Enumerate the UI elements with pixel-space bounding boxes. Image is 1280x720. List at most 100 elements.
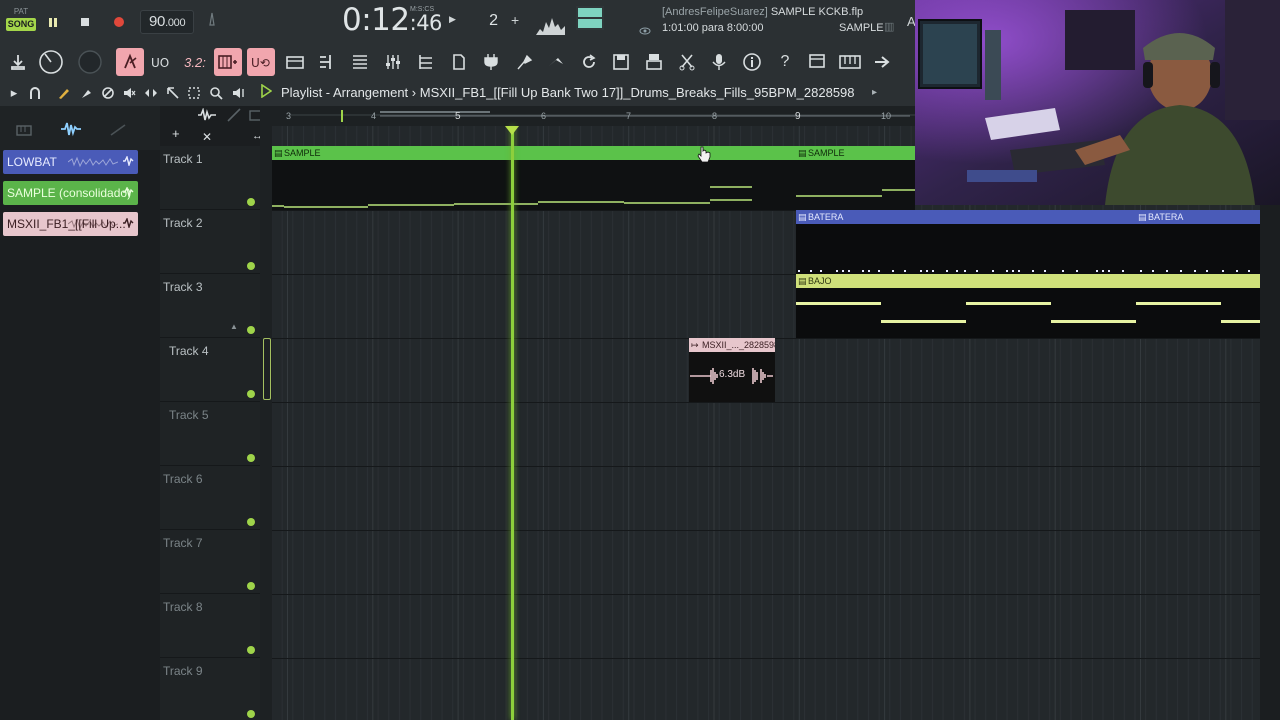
wait-for-input-icon[interactable]: UO: [149, 48, 177, 76]
playlist-menu-arrow-icon[interactable]: ▸: [5, 84, 23, 102]
add-track-icon[interactable]: +: [172, 126, 180, 141]
track-header-3[interactable]: Track 3 ▲: [160, 274, 260, 338]
paint-tool-icon[interactable]: [77, 84, 95, 102]
save-icon[interactable]: [607, 48, 635, 76]
render-icon[interactable]: [640, 48, 668, 76]
playback-tool-icon[interactable]: [229, 84, 247, 102]
clip-bajo[interactable]: ▤ BAJO: [796, 274, 1260, 338]
pattern-number[interactable]: 2: [468, 10, 504, 32]
bar-number-10: 10: [881, 111, 892, 121]
overview-scrollbar[interactable]: [290, 108, 930, 122]
channel-rack-icon[interactable]: [412, 48, 440, 76]
playlist-grid[interactable]: ▤ SAMPLE ▤ SAMPLE ▤ BATERA ▤ BATERA ▤ BA…: [272, 126, 1260, 720]
picker-item-sample-consolidado[interactable]: SAMPLE (consolidado): [3, 181, 138, 205]
playlist-play-icon[interactable]: [260, 83, 273, 101]
clip-batera-2[interactable]: ▤ BATERA: [1136, 210, 1260, 274]
slice-tool-icon[interactable]: [164, 84, 182, 102]
mute-tool-icon[interactable]: [120, 84, 138, 102]
pat-label[interactable]: PAT: [6, 6, 36, 18]
track-header-7[interactable]: Track 7: [160, 530, 260, 594]
track-mute-led[interactable]: [247, 518, 255, 526]
download-icon[interactable]: [4, 48, 32, 76]
info-icon[interactable]: [738, 48, 766, 76]
mixer-icon[interactable]: [379, 48, 407, 76]
loop-record-button[interactable]: U⟲: [247, 48, 275, 76]
microphone-icon[interactable]: [705, 48, 733, 76]
automation-filter-icon[interactable]: [110, 123, 126, 141]
plugin-database-icon[interactable]: [477, 48, 505, 76]
touch-controller-icon[interactable]: [510, 48, 538, 76]
track-mute-led[interactable]: [247, 198, 255, 206]
zoom-tool-icon[interactable]: [207, 84, 225, 102]
help-icon[interactable]: ?: [771, 48, 799, 76]
clip-msxii[interactable]: ↦ MSXII_..._2828598 6.3dB: [689, 338, 775, 402]
automation-track-icon[interactable]: [227, 108, 241, 127]
track-mute-led[interactable]: [247, 454, 255, 462]
track-header-1[interactable]: Track 1: [160, 146, 260, 210]
track-header-8[interactable]: Track 8: [160, 594, 260, 658]
clip-menu-icon[interactable]: ▤: [798, 146, 807, 160]
song-label[interactable]: SONG: [6, 18, 36, 31]
vertical-scrollbar[interactable]: [1260, 126, 1280, 720]
audio-track-icon[interactable]: [197, 107, 217, 127]
track-header-4[interactable]: Track 4: [160, 338, 260, 402]
select-tool-icon[interactable]: [185, 84, 203, 102]
track-mute-led[interactable]: [247, 710, 255, 718]
playhead-line[interactable]: [511, 126, 514, 720]
song-marker-icon[interactable]: [281, 48, 309, 76]
track-mute-led[interactable]: [247, 646, 255, 654]
clip-sample-1[interactable]: ▤ SAMPLE: [272, 146, 796, 210]
loop-icon: U⟲: [251, 56, 270, 69]
track-header-5[interactable]: Track 5: [160, 402, 260, 466]
clip-menu-icon[interactable]: ▤: [274, 146, 283, 160]
snap-magnet-icon[interactable]: [26, 84, 44, 102]
pattern-selector-arrow-icon[interactable]: ▶: [449, 14, 456, 25]
track-mute-led[interactable]: [247, 582, 255, 590]
breadcrumb-end-arrow-icon[interactable]: ▸: [872, 87, 877, 98]
tempo-display[interactable]: 90.000: [140, 10, 194, 34]
record-button[interactable]: [109, 12, 129, 32]
picker-item-msxii[interactable]: MSXII_FB1_[[Fill Up...: [3, 212, 138, 236]
countdown-button[interactable]: 3.2:: [181, 48, 209, 76]
step-edit-button[interactable]: [214, 48, 242, 76]
metronome-icon[interactable]: [207, 12, 217, 29]
delete-tool-icon[interactable]: [99, 84, 117, 102]
draw-tool-icon[interactable]: [55, 84, 73, 102]
master-volume-knob[interactable]: [37, 48, 65, 76]
track-header-6[interactable]: Track 6: [160, 466, 260, 530]
clip-batera-1[interactable]: ▤ BATERA: [796, 210, 1136, 274]
pat-song-toggle[interactable]: PAT SONG: [6, 6, 36, 31]
playlist-icon[interactable]: [346, 48, 374, 76]
audio-editor-icon[interactable]: [542, 48, 570, 76]
track-header-2[interactable]: Track 2: [160, 210, 260, 274]
stop-button[interactable]: [75, 12, 95, 32]
audio-filter-icon[interactable]: [60, 121, 82, 142]
arrow-right-icon[interactable]: [868, 48, 896, 76]
pattern-picker-icon[interactable]: [313, 48, 341, 76]
clip-sample-2[interactable]: ▤ SAMPLE: [796, 146, 915, 210]
pattern-filter-icon[interactable]: [16, 123, 32, 141]
browser-icon[interactable]: [445, 48, 473, 76]
keyboard-icon[interactable]: [836, 48, 864, 76]
slip-tool-icon[interactable]: [142, 84, 160, 102]
track-selection-gutter[interactable]: [260, 126, 272, 720]
clip-menu-icon[interactable]: ▤: [798, 274, 807, 288]
picker-item-lowbat[interactable]: LOWBAT: [3, 150, 138, 174]
typing-keyboard-button[interactable]: [116, 48, 144, 76]
clip-menu-icon[interactable]: ▤: [1138, 210, 1147, 224]
track-mute-led[interactable]: [247, 390, 255, 398]
track-header-9[interactable]: Track 9: [160, 658, 260, 720]
refresh-icon[interactable]: [575, 48, 603, 76]
cut-icon[interactable]: [673, 48, 701, 76]
add-pattern-button[interactable]: +: [511, 12, 519, 28]
time-format-label[interactable]: M:S:CS: [410, 6, 434, 13]
master-pitch-knob[interactable]: [76, 48, 104, 76]
track-collapse-icon[interactable]: ▲: [230, 322, 238, 331]
pause-button[interactable]: [43, 12, 63, 32]
track-mute-led[interactable]: [247, 262, 255, 270]
window-icon[interactable]: [803, 48, 831, 76]
close-track-icon[interactable]: ✕: [202, 130, 212, 144]
track-mute-led[interactable]: [247, 326, 255, 334]
clip-menu-icon[interactable]: ▤: [798, 210, 807, 224]
audio-clip-icon[interactable]: ↦: [691, 338, 699, 352]
